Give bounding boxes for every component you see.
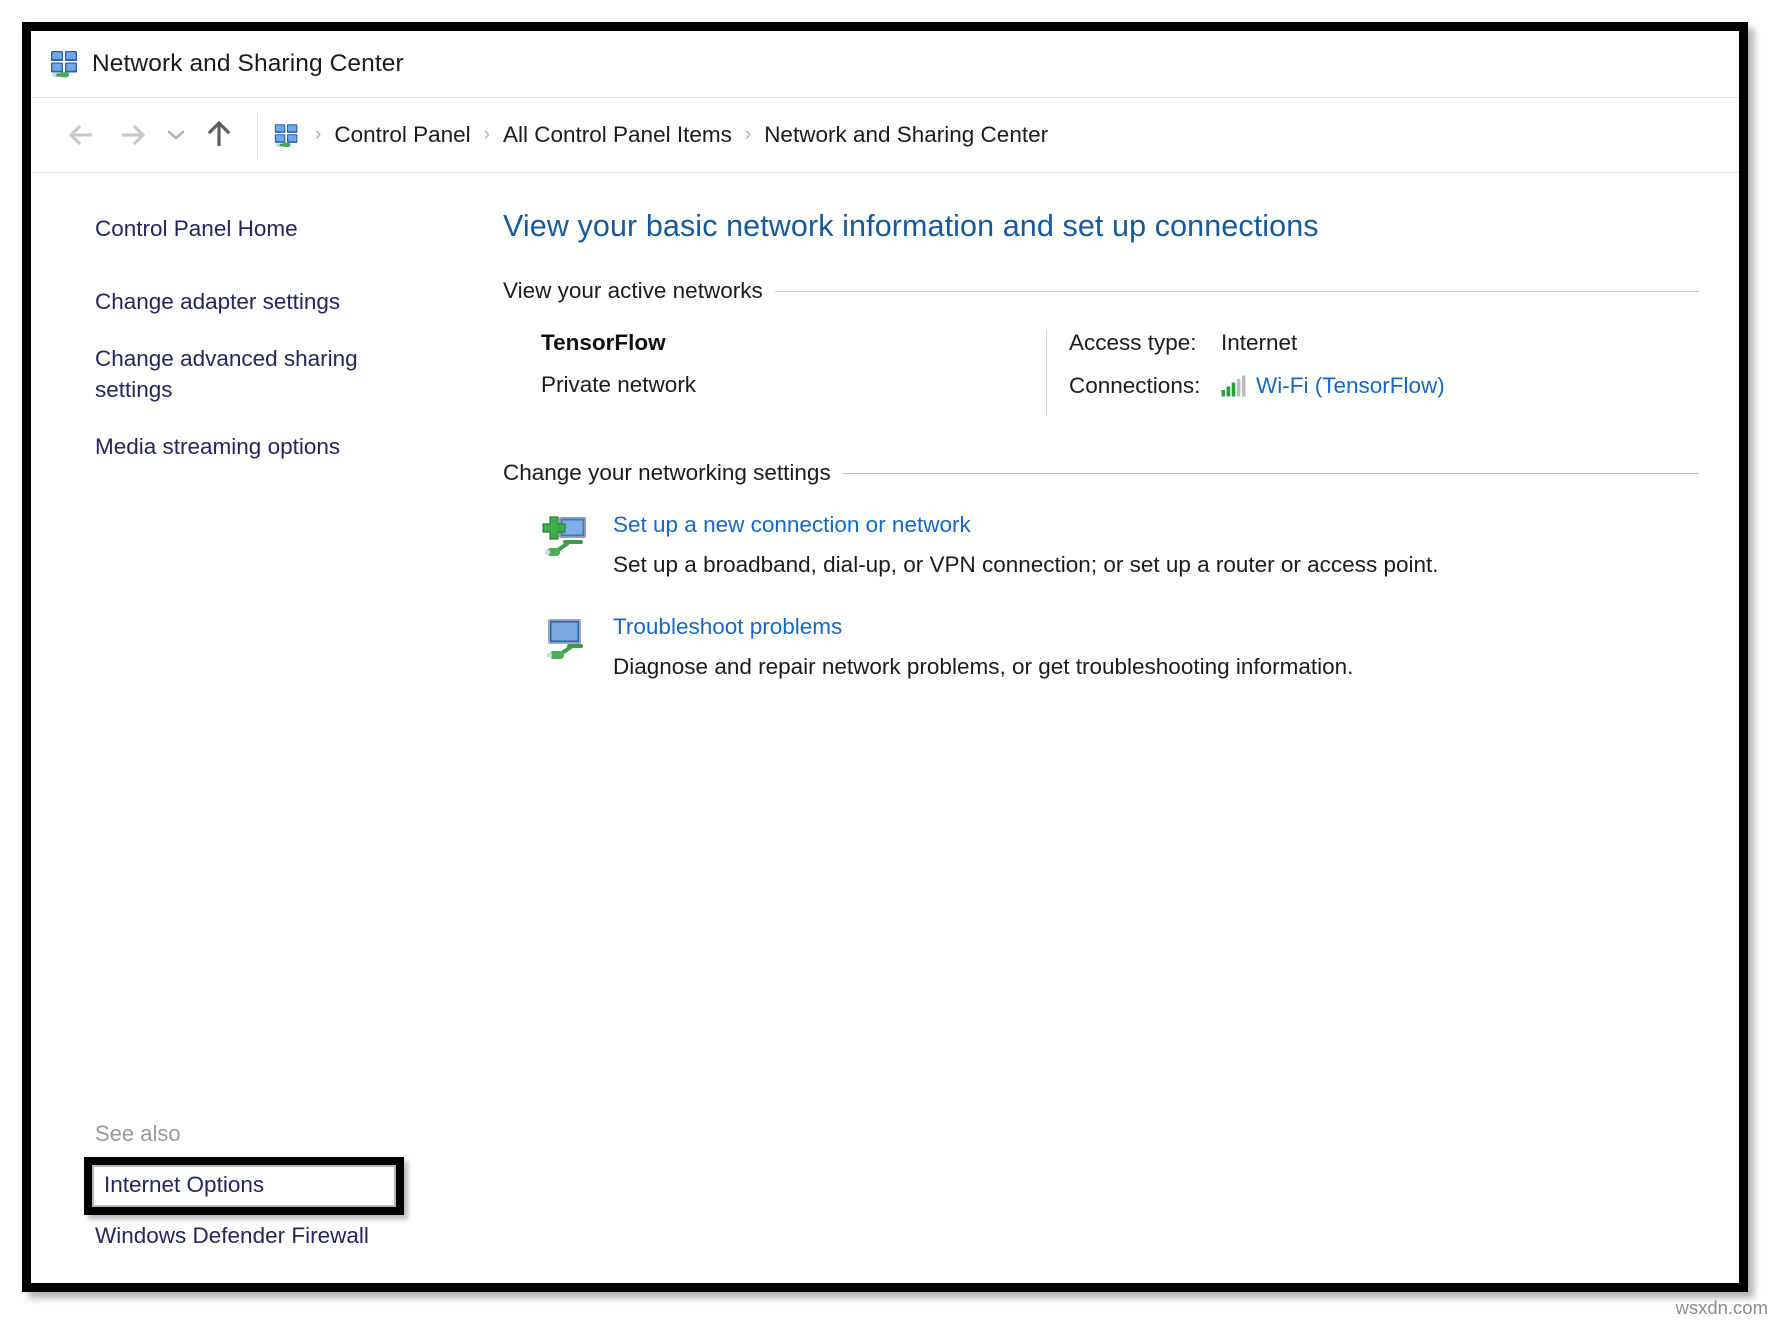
sidebar-item-media-streaming-options[interactable]: Media streaming options: [95, 431, 387, 462]
see-also-heading: See also: [95, 1121, 181, 1146]
screenshot-root: Network and Sharing Center › Control Pan…: [0, 0, 1782, 1325]
breadcrumb-item-all-control-panel-items[interactable]: All Control Panel Items: [501, 120, 734, 150]
vertical-divider: [1046, 330, 1047, 416]
sidebar-item-change-advanced-sharing-settings[interactable]: Change advanced sharing settings: [95, 343, 387, 405]
recent-locations-button[interactable]: [157, 110, 195, 160]
window-title: Network and Sharing Center: [92, 50, 404, 77]
arrow-up-icon: [207, 120, 231, 146]
breadcrumb[interactable]: › Control Panel › All Control Panel Item…: [257, 111, 1739, 159]
back-button[interactable]: [57, 110, 107, 160]
connection-link-wifi[interactable]: Wi-Fi (TensorFlow): [1256, 373, 1445, 399]
watermark: wsxdn.com: [1675, 1297, 1768, 1318]
active-network-details: Access type: Internet Connections: Wi-Fi…: [1069, 330, 1445, 416]
network-type: Private network: [541, 372, 697, 397]
new-connection-icon: [541, 512, 603, 578]
arrow-left-icon: [68, 124, 92, 146]
description-troubleshoot-problems: Diagnose and repair network problems, or…: [613, 654, 1354, 679]
arrow-right-icon: [122, 124, 146, 146]
page-title: View your basic network information and …: [503, 209, 1319, 243]
breadcrumb-item-network-and-sharing-center[interactable]: Network and Sharing Center: [762, 120, 1050, 150]
link-set-up-new-connection[interactable]: Set up a new connection or network: [613, 512, 971, 538]
access-type-value: Internet: [1221, 330, 1298, 355]
internet-options-highlight-annotation: Internet Options: [84, 1157, 404, 1215]
active-network-identity: TensorFlow Private network: [503, 330, 1046, 416]
section-divider: [774, 290, 1699, 292]
breadcrumb-item-control-panel[interactable]: Control Panel: [332, 120, 472, 150]
sidebar: Control Panel Home Change adapter settin…: [31, 173, 451, 1283]
troubleshoot-icon: [541, 614, 603, 680]
sidebar-item-control-panel-home[interactable]: Control Panel Home: [95, 213, 387, 244]
breadcrumb-separator: ›: [315, 124, 322, 145]
breadcrumb-separator: ›: [483, 124, 490, 145]
up-one-level-button[interactable]: [195, 110, 243, 160]
section-header-active-networks: View your active networks: [503, 278, 1699, 304]
connections-row: Connections: Wi-Fi (TensorFlow): [1069, 373, 1445, 399]
chevron-down-icon: [167, 130, 185, 140]
connections-label: Connections:: [1069, 373, 1201, 398]
main-content: View your basic network information and …: [451, 173, 1739, 1283]
task-troubleshoot-problems: Troubleshoot problems Diagnose and repai…: [541, 614, 1699, 680]
task-list: Set up a new connection or network Set u…: [503, 512, 1699, 680]
see-also-item-windows-defender-firewall[interactable]: Windows Defender Firewall: [95, 1223, 435, 1249]
wifi-signal-icon: [1221, 375, 1247, 397]
breadcrumb-separator: ›: [744, 124, 752, 145]
section-divider: [842, 472, 1699, 474]
forward-button[interactable]: [107, 110, 157, 160]
sidebar-item-change-adapter-settings[interactable]: Change adapter settings: [95, 286, 387, 317]
network-sharing-icon: [50, 50, 80, 78]
section-label: View your active networks: [503, 278, 763, 303]
access-type-row: Access type: Internet: [1069, 330, 1445, 356]
network-name: TensorFlow: [541, 330, 666, 355]
navigation-buttons: [31, 110, 243, 160]
description-set-up-new-connection: Set up a broadband, dial-up, or VPN conn…: [613, 552, 1439, 577]
task-set-up-new-connection: Set up a new connection or network Set u…: [541, 512, 1699, 578]
control-panel-window: Network and Sharing Center › Control Pan…: [22, 22, 1748, 1292]
active-network-entry: TensorFlow Private network Access type: …: [503, 330, 1699, 416]
link-troubleshoot-problems[interactable]: Troubleshoot problems: [613, 614, 842, 640]
title-bar: Network and Sharing Center: [31, 31, 1739, 97]
section-label: Change your networking settings: [503, 460, 831, 485]
section-header-networking-settings: Change your networking settings: [503, 460, 1699, 486]
see-also-item-internet-options[interactable]: Internet Options: [104, 1172, 394, 1198]
address-bar: › Control Panel › All Control Panel Item…: [31, 97, 1739, 173]
see-also-section: See also Internet Options Windows Defend…: [84, 1121, 435, 1249]
breadcrumb-path-icon: [274, 123, 300, 148]
access-type-label: Access type:: [1069, 330, 1197, 355]
